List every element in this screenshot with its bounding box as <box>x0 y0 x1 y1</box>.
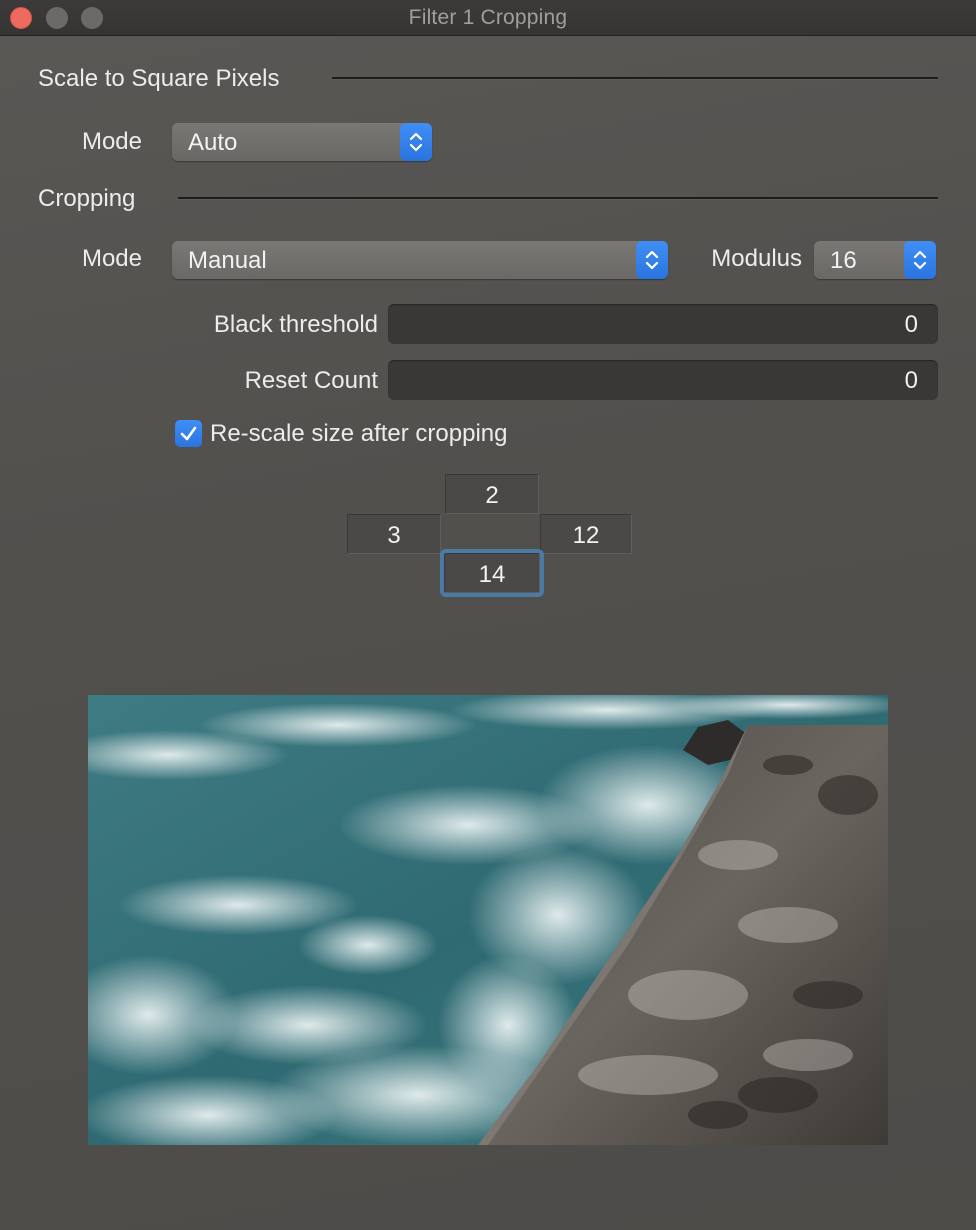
modulus-label: Modulus <box>711 245 802 272</box>
black-threshold-value: 0 <box>904 311 918 338</box>
scale-section-title: Scale to Square Pixels <box>38 65 280 92</box>
modulus-value: 16 <box>830 247 857 274</box>
crop-mode-value: Manual <box>188 247 267 274</box>
crop-left-value: 3 <box>387 522 401 549</box>
reset-count-field[interactable]: 0 <box>388 360 938 400</box>
title-bar[interactable]: Filter 1 Cropping <box>0 0 976 36</box>
black-threshold-label: Black threshold <box>213 311 378 338</box>
rescale-checkbox-label[interactable]: Re-scale size after cropping <box>210 420 507 448</box>
crop-mode-label: Mode <box>81 245 142 272</box>
rescale-checkbox[interactable] <box>175 420 202 447</box>
scale-mode-value: Auto <box>188 129 238 156</box>
window-title: Filter 1 Cropping <box>408 6 568 29</box>
crop-mode-popup[interactable]: Manual <box>172 241 668 279</box>
reset-count-label: Reset Count <box>244 367 378 394</box>
popup-stepper-icon <box>636 241 668 279</box>
crop-left-field[interactable]: 3 <box>347 514 441 554</box>
scale-mode-popup[interactable]: Auto <box>172 123 432 161</box>
crop-right-field[interactable]: 12 <box>540 514 632 554</box>
popup-stepper-icon <box>904 241 936 279</box>
crop-preview-image <box>88 695 888 1145</box>
scale-mode-label: Mode <box>81 128 142 155</box>
popup-stepper-icon <box>400 123 432 161</box>
crop-right-value: 12 <box>572 522 600 549</box>
crop-top-value: 2 <box>485 482 499 509</box>
crop-bottom-field[interactable]: 14 <box>440 549 544 597</box>
reset-count-value: 0 <box>904 367 918 394</box>
scale-section-divider <box>332 77 938 80</box>
checkmark-icon <box>180 426 197 441</box>
cropping-section-divider <box>178 197 938 200</box>
filter-cropping-window: Filter 1 Cropping Scale to Square Pixels… <box>0 0 976 1230</box>
crop-top-field[interactable]: 2 <box>445 474 539 514</box>
cropping-section-title: Cropping <box>38 185 136 212</box>
preview-photo <box>88 695 888 1145</box>
crop-bottom-value: 14 <box>478 561 506 588</box>
modulus-popup[interactable]: 16 <box>814 241 936 279</box>
black-threshold-field[interactable]: 0 <box>388 304 938 344</box>
